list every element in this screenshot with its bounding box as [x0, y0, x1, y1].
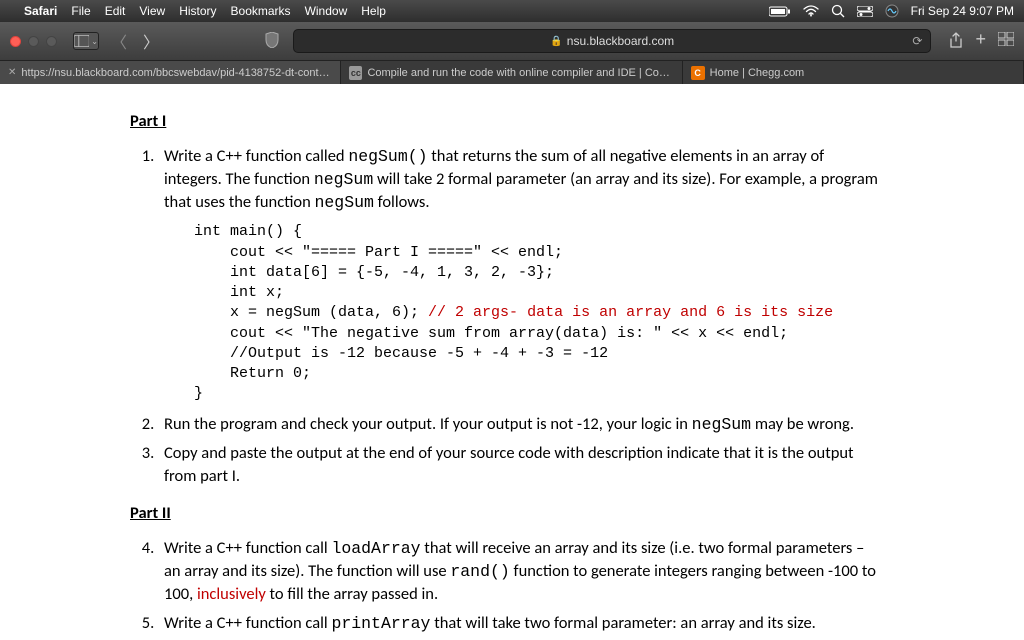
- question-5: Write a C++ function call printArray tha…: [158, 612, 880, 635]
- menu-bookmarks[interactable]: Bookmarks: [231, 4, 291, 18]
- tab-chegg[interactable]: C Home | Chegg.com: [683, 61, 1024, 84]
- code-example: int main() { cout << "===== Part I =====…: [194, 222, 880, 404]
- wifi-icon[interactable]: [803, 5, 819, 17]
- question-2: Run the program and check your output. I…: [158, 413, 880, 436]
- back-button[interactable]: 〈: [107, 29, 131, 53]
- maximize-window-button[interactable]: [46, 36, 57, 47]
- url-text: nsu.blackboard.com: [567, 34, 674, 48]
- menu-history[interactable]: History: [179, 4, 216, 18]
- reload-button[interactable]: ⟳: [912, 34, 922, 48]
- tab-codechef[interactable]: cc Compile and run the code with online …: [341, 61, 682, 84]
- privacy-shield-icon[interactable]: [265, 32, 279, 51]
- part1-heading: Part I: [130, 110, 880, 133]
- spotlight-icon[interactable]: [831, 4, 845, 18]
- new-tab-button[interactable]: +: [975, 32, 986, 51]
- tab-overview-button[interactable]: [998, 32, 1014, 51]
- tab-label: Home | Chegg.com: [710, 67, 805, 79]
- menu-window[interactable]: Window: [305, 4, 348, 18]
- menu-file[interactable]: File: [71, 4, 90, 18]
- codechef-favicon: cc: [349, 66, 362, 80]
- share-button[interactable]: [949, 32, 963, 51]
- chegg-favicon: C: [691, 66, 705, 80]
- close-window-button[interactable]: [10, 36, 21, 47]
- window-controls: [10, 36, 57, 47]
- control-center-icon[interactable]: [857, 6, 873, 17]
- minimize-window-button[interactable]: [28, 36, 39, 47]
- battery-icon[interactable]: [769, 6, 791, 17]
- macos-menubar: Safari File Edit View History Bookmarks …: [0, 0, 1024, 22]
- menubar-datetime[interactable]: Fri Sep 24 9:07 PM: [911, 4, 1014, 18]
- tab-blackboard[interactable]: ✕ https://nsu.blackboard.com/bbcswebdav/…: [0, 61, 341, 84]
- part2-heading: Part II: [130, 502, 880, 525]
- tab-bar: ✕ https://nsu.blackboard.com/bbcswebdav/…: [0, 60, 1024, 84]
- menu-help[interactable]: Help: [361, 4, 386, 18]
- document-content: Part I Write a C++ function called negSu…: [0, 84, 880, 635]
- question-4: Write a C++ function call loadArray that…: [158, 537, 880, 606]
- tab-label: Compile and run the code with online com…: [367, 67, 673, 79]
- app-menu[interactable]: Safari: [24, 4, 57, 18]
- safari-toolbar: ⌄ 〈 〉 🔒 nsu.blackboard.com ⟳ +: [0, 22, 1024, 60]
- siri-icon[interactable]: [885, 4, 899, 18]
- menu-view[interactable]: View: [139, 4, 165, 18]
- question-3: Copy and paste the output at the end of …: [158, 442, 880, 488]
- address-bar[interactable]: 🔒 nsu.blackboard.com ⟳: [293, 29, 931, 53]
- lock-icon: 🔒: [550, 36, 562, 47]
- forward-button[interactable]: 〉: [139, 29, 163, 53]
- menu-edit[interactable]: Edit: [105, 4, 126, 18]
- question-1: Write a C++ function called negSum() tha…: [158, 145, 880, 405]
- tab-label: https://nsu.blackboard.com/bbcswebdav/pi…: [21, 67, 332, 79]
- tab-close-icon[interactable]: ✕: [8, 67, 16, 78]
- sidebar-toggle-button[interactable]: ⌄: [73, 32, 99, 50]
